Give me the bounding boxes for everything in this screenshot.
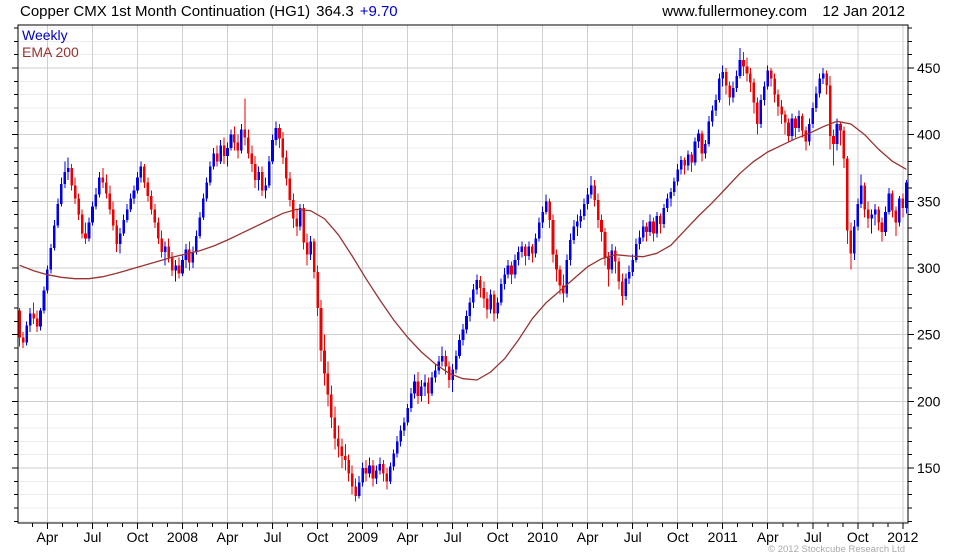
x-axis-label: Jul — [264, 529, 282, 545]
x-axis-label: 2009 — [347, 529, 378, 545]
candlestick-series — [18, 48, 908, 502]
x-axis-label: Oct — [127, 529, 149, 545]
chart-legend: Weekly EMA 200 — [22, 27, 79, 61]
x-axis-label: Jul — [624, 529, 642, 545]
y-axis-label: 200 — [917, 393, 941, 409]
legend-ema: EMA 200 — [22, 44, 79, 60]
y-axis-label: 450 — [917, 60, 941, 76]
x-axis-label: Apr — [577, 529, 599, 545]
x-axis-label: Jul — [804, 529, 822, 545]
chart-window: Copper CMX 1st Month Continuation (HG1) 3… — [0, 0, 960, 560]
x-axis-label: 2012 — [887, 529, 918, 545]
x-axis-label: Apr — [37, 529, 59, 545]
y-axis-label: 150 — [917, 460, 941, 476]
y-axis-label: 350 — [917, 193, 941, 209]
y-axis-label: 400 — [917, 127, 941, 143]
x-axis-label: Jul — [84, 529, 102, 545]
x-axis-label: 2008 — [167, 529, 198, 545]
x-axis-label: Apr — [217, 529, 239, 545]
x-axis-label: Apr — [757, 529, 779, 545]
x-axis-label: 2011 — [708, 529, 738, 545]
x-axis-label: Apr — [397, 529, 419, 545]
y-axis-label: 250 — [917, 327, 941, 343]
x-axis-label: Oct — [847, 529, 869, 545]
x-axis-label: Oct — [487, 529, 509, 545]
y-axis-label: 300 — [917, 260, 941, 276]
x-axis-label: Oct — [667, 529, 689, 545]
x-axis-label: Jul — [444, 529, 462, 545]
price-chart: 150 200 250 300 350 400 450 Apr Jul Oct 2008 Apr Jul… — [12, 24, 941, 545]
legend-weekly: Weekly — [22, 27, 68, 43]
x-axis-label: 2010 — [527, 529, 558, 545]
copyright-text: © 2012 Stockcube Research Ltd — [768, 544, 905, 555]
x-axis-label: Oct — [307, 529, 329, 545]
